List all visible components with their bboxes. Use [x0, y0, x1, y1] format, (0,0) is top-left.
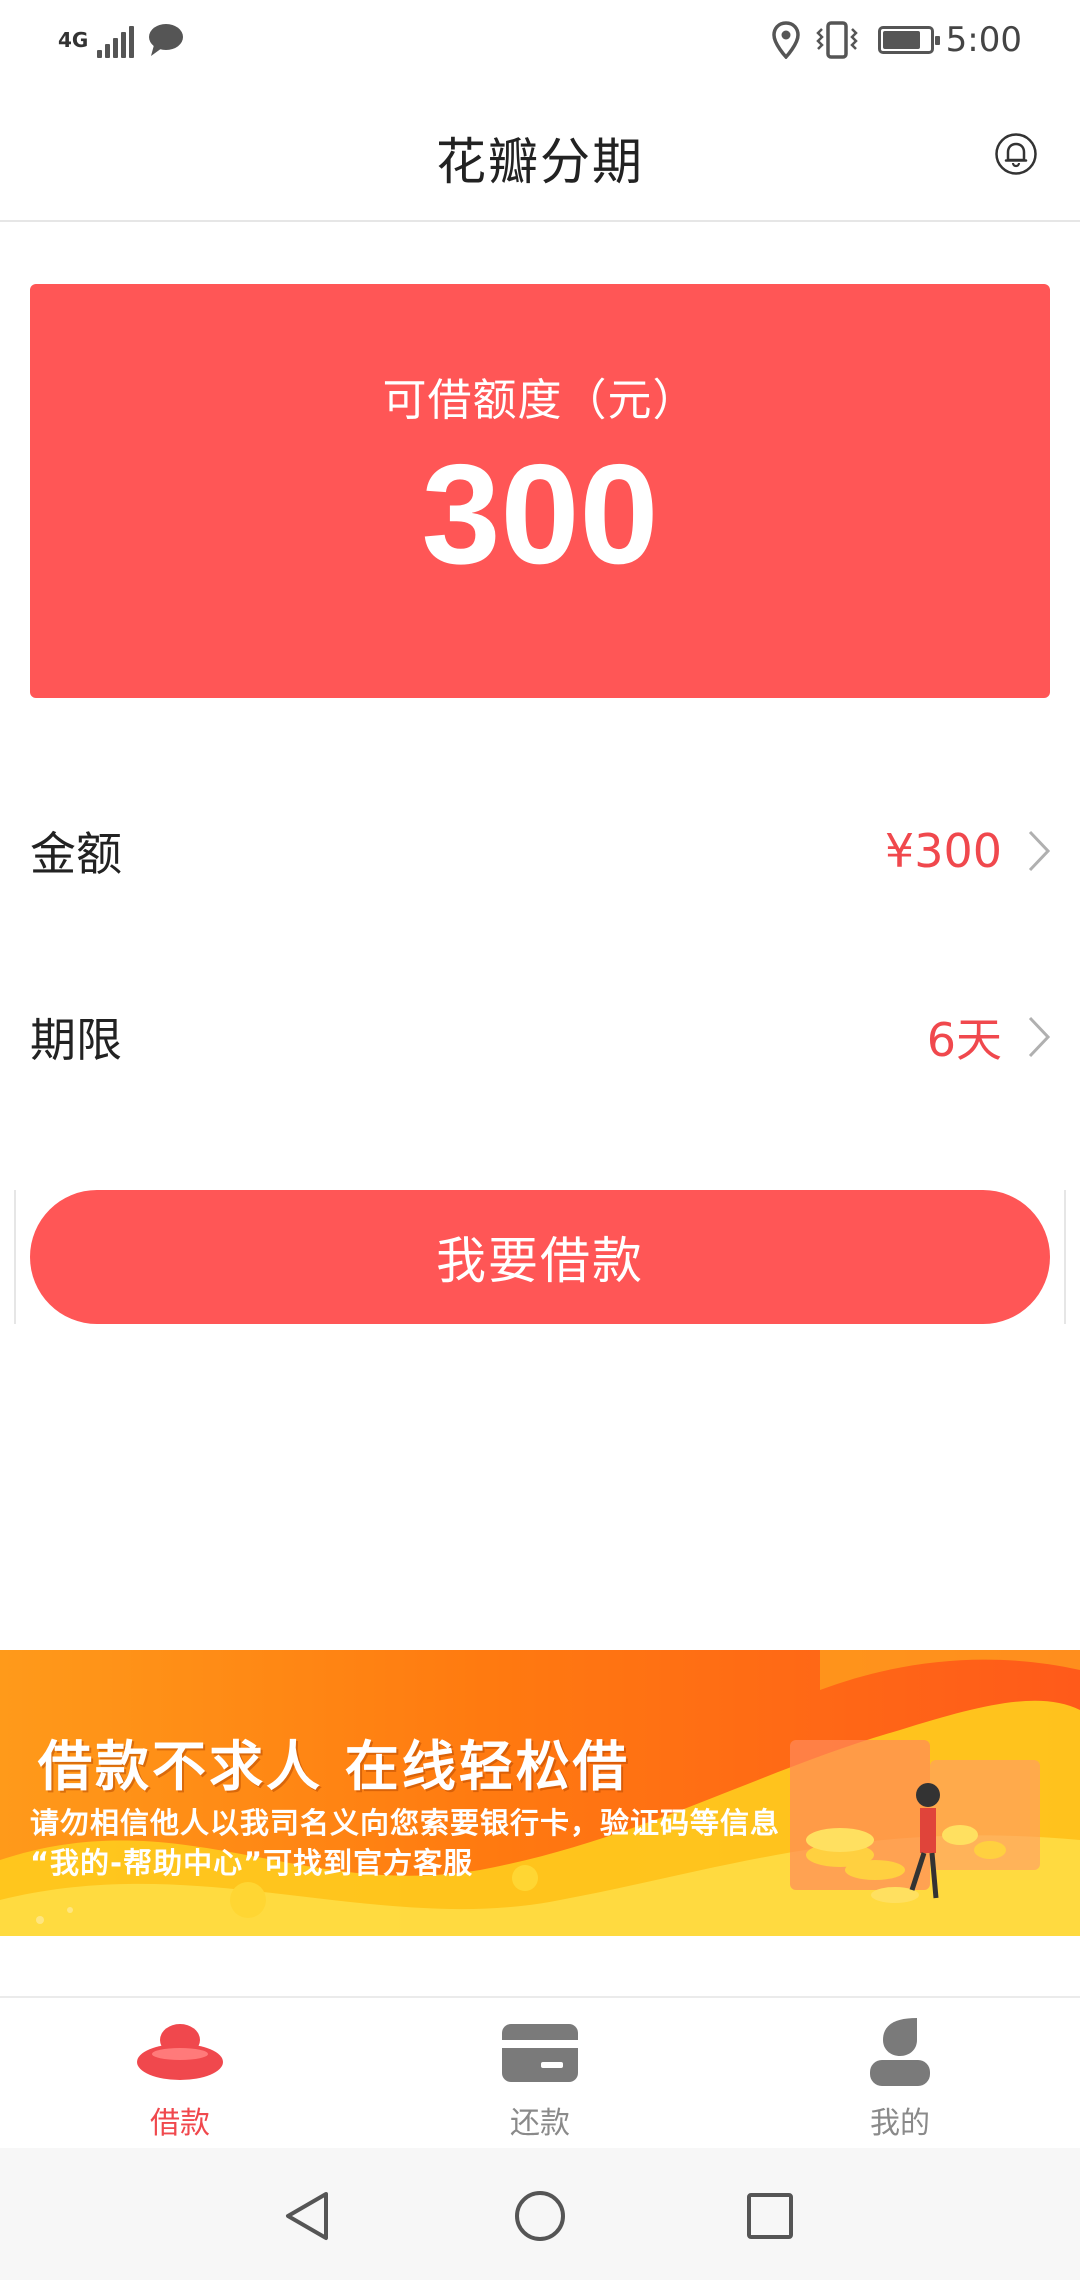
amount-selector[interactable]: ¥300: [885, 824, 1050, 878]
ingot-icon: [137, 2024, 223, 2080]
banner-notice-line-1: 请勿相信他人以我司名义向您索要银行卡，验证码等信息: [30, 1806, 781, 1840]
button-edge-left: [14, 1190, 16, 1324]
network-type: 4G: [58, 28, 89, 52]
banner-notice-line-2: “我的-帮助中心”可找到官方客服: [30, 1846, 474, 1880]
bell-icon[interactable]: [994, 132, 1038, 176]
promo-banner[interactable]: 借款不求人 在线轻松借 请勿相信他人以我司名义向您索要银行卡，验证码等信息 “我…: [0, 1650, 1080, 1936]
term-value: 6天: [926, 1013, 1002, 1067]
credit-limit-label: 可借额度（元）: [382, 375, 698, 426]
back-icon[interactable]: [280, 2188, 336, 2244]
term-selector[interactable]: 6天: [927, 1004, 1050, 1070]
vibrate-icon: [815, 21, 858, 59]
tab-borrow-label: 借款: [150, 2106, 210, 2141]
location-icon: [771, 21, 800, 59]
borrow-button[interactable]: 我要借款: [30, 1190, 1050, 1324]
bottom-tab-bar: 借款 还款 我的: [0, 1996, 1080, 2148]
amount-row[interactable]: 金额 ¥300: [30, 796, 1050, 906]
tab-borrow[interactable]: 借款: [80, 2014, 280, 2142]
app-header: 花瓣分期: [0, 92, 1080, 222]
tab-repay-label: 还款: [510, 2106, 570, 2141]
chevron-right-icon: [1028, 1016, 1050, 1058]
clock: 5:00: [945, 20, 1022, 60]
amount-value: ¥300: [884, 824, 1002, 878]
amount-label: 金额: [30, 827, 122, 881]
user-icon: [870, 2018, 930, 2086]
status-bar: 4G 5:00: [0, 0, 1080, 92]
tab-mine[interactable]: 我的: [800, 2014, 1000, 2142]
chevron-right-icon: [1028, 830, 1050, 872]
credit-limit-card: 可借额度（元） 300: [30, 284, 1050, 698]
card-icon: [502, 2024, 578, 2082]
credit-limit-amount: 300: [421, 435, 659, 594]
tab-mine-label: 我的: [870, 2106, 930, 2141]
battery-fill: [882, 31, 921, 49]
tab-repay[interactable]: 还款: [440, 2014, 640, 2142]
term-label: 期限: [30, 1013, 122, 1067]
status-right: 5:00: [771, 20, 1022, 60]
status-left: 4G: [58, 22, 184, 58]
battery-icon: [877, 26, 940, 54]
recents-icon[interactable]: [742, 2188, 798, 2244]
button-edge-right: [1064, 1190, 1066, 1324]
signal-icon: [94, 22, 135, 58]
system-nav-bar: [0, 2148, 1080, 2280]
page-title: 花瓣分期: [436, 133, 644, 191]
term-row[interactable]: 期限 6天: [30, 982, 1050, 1092]
home-icon[interactable]: [512, 2188, 568, 2244]
banner-title: 借款不求人 在线轻松借: [38, 1735, 630, 1798]
message-icon: [149, 24, 184, 56]
